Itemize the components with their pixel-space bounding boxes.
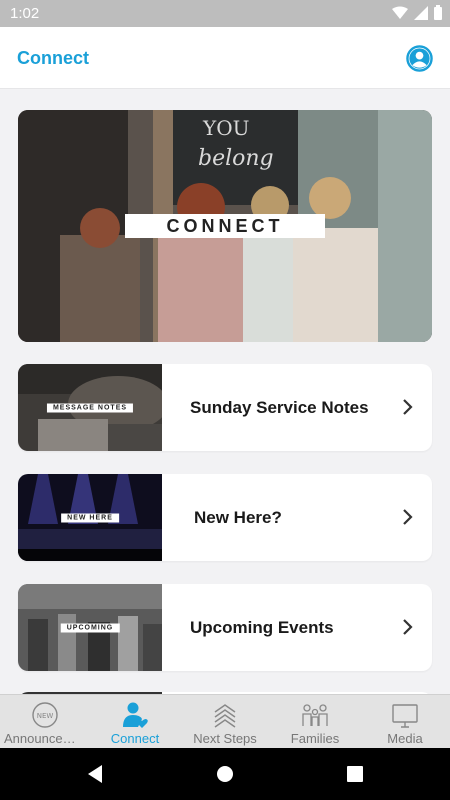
chevron-right-icon bbox=[403, 399, 413, 415]
nav-connect[interactable]: Connect bbox=[90, 695, 180, 748]
nav-label: Next Steps bbox=[193, 731, 257, 746]
app-bar: Connect bbox=[0, 27, 450, 89]
chevron-right-icon bbox=[403, 619, 413, 635]
thumb-label: UPCOMING bbox=[60, 623, 120, 632]
status-time: 1:02 bbox=[10, 5, 40, 22]
chevron-right-icon bbox=[403, 509, 413, 525]
stairs-icon bbox=[214, 704, 236, 728]
thumb-label: MESSAGE NOTES bbox=[46, 403, 134, 412]
nav-families[interactable]: Families bbox=[270, 695, 360, 748]
status-icons bbox=[392, 5, 442, 20]
new-badge-icon: NEW bbox=[32, 702, 58, 728]
home-icon[interactable] bbox=[216, 764, 234, 784]
nav-label: Media bbox=[387, 731, 423, 746]
connect-hero-banner[interactable]: YOU belong CONNECT bbox=[18, 110, 432, 342]
nav-label: Families bbox=[290, 731, 340, 746]
card-title: New Here? bbox=[194, 508, 282, 527]
signal-icon bbox=[414, 5, 428, 20]
bottom-nav: NEW Announcem… Connect Next Steps Famili bbox=[0, 694, 450, 748]
nav-announcements[interactable]: NEW Announcem… bbox=[0, 695, 90, 748]
card-thumbnail: NEW HERE bbox=[18, 474, 162, 561]
back-icon[interactable] bbox=[86, 764, 104, 784]
hero-label: CONNECT bbox=[125, 214, 325, 238]
family-icon bbox=[302, 704, 328, 726]
card-sunday-service-notes[interactable]: MESSAGE NOTES Sunday Service Notes bbox=[18, 364, 432, 451]
nav-next-steps[interactable]: Next Steps bbox=[180, 695, 270, 748]
monitor-icon bbox=[392, 704, 418, 728]
card-thumbnail: MESSAGE NOTES bbox=[18, 364, 162, 451]
battery-icon bbox=[434, 5, 442, 20]
nav-label: Announcem… bbox=[4, 731, 87, 746]
card-upcoming-events[interactable]: UPCOMING Upcoming Events bbox=[18, 584, 432, 671]
person-heart-icon bbox=[123, 702, 148, 728]
nav-media[interactable]: Media bbox=[360, 695, 450, 748]
card-title: Sunday Service Notes bbox=[190, 398, 369, 417]
card-title: Upcoming Events bbox=[190, 618, 334, 637]
recents-icon[interactable] bbox=[346, 764, 364, 784]
card-new-here[interactable]: NEW HERE New Here? bbox=[18, 474, 432, 561]
nav-label: Connect bbox=[110, 731, 160, 746]
new-badge-text: NEW bbox=[37, 712, 54, 720]
thumb-label: NEW HERE bbox=[61, 513, 119, 522]
card-thumbnail: UPCOMING bbox=[18, 584, 162, 671]
svg-text:YOU: YOU bbox=[202, 116, 249, 140]
svg-text:belong: belong bbox=[198, 146, 274, 171]
content-list[interactable]: YOU belong CONNECT MESSAGE NOTES Sunday … bbox=[0, 90, 450, 694]
wifi-icon bbox=[392, 6, 408, 19]
profile-icon[interactable] bbox=[406, 45, 433, 72]
status-bar: 1:02 bbox=[0, 0, 450, 27]
page-title: Connect bbox=[17, 48, 89, 68]
system-nav-bar bbox=[0, 748, 450, 800]
